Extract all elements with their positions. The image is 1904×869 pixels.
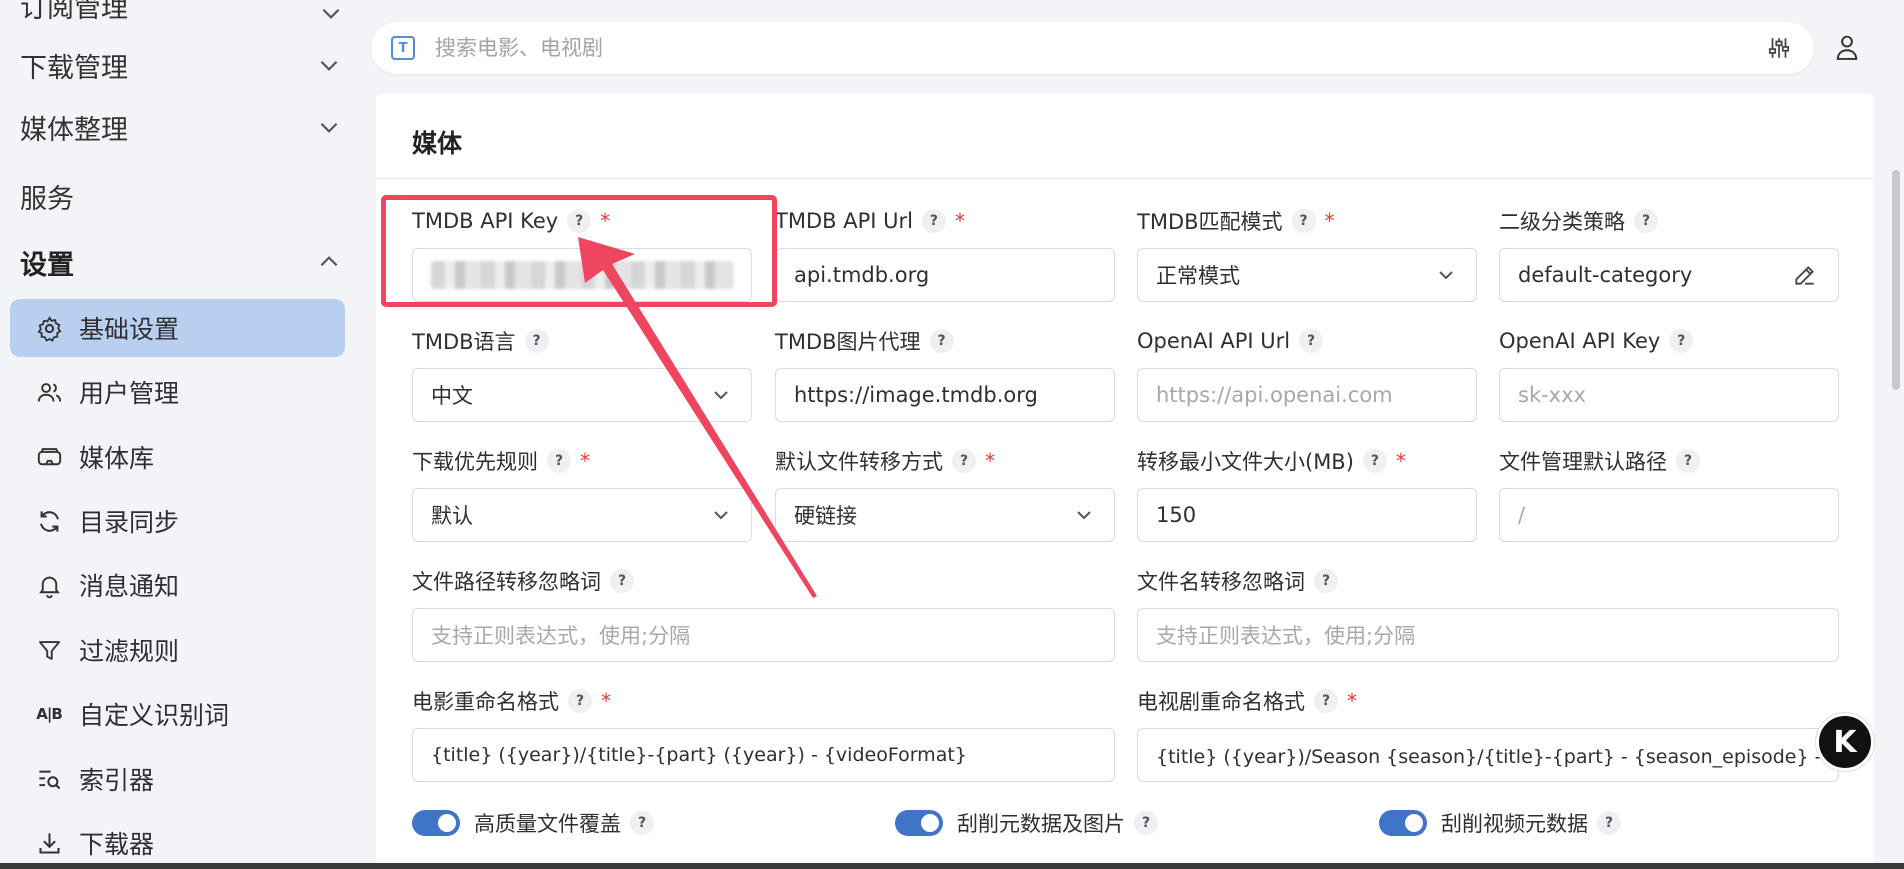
floating-assistant-button[interactable]: K [1816,713,1874,771]
taskbar-strip [0,863,1904,869]
annotation-arrow [578,237,817,598]
scrollbar-thumb[interactable] [1892,170,1900,390]
